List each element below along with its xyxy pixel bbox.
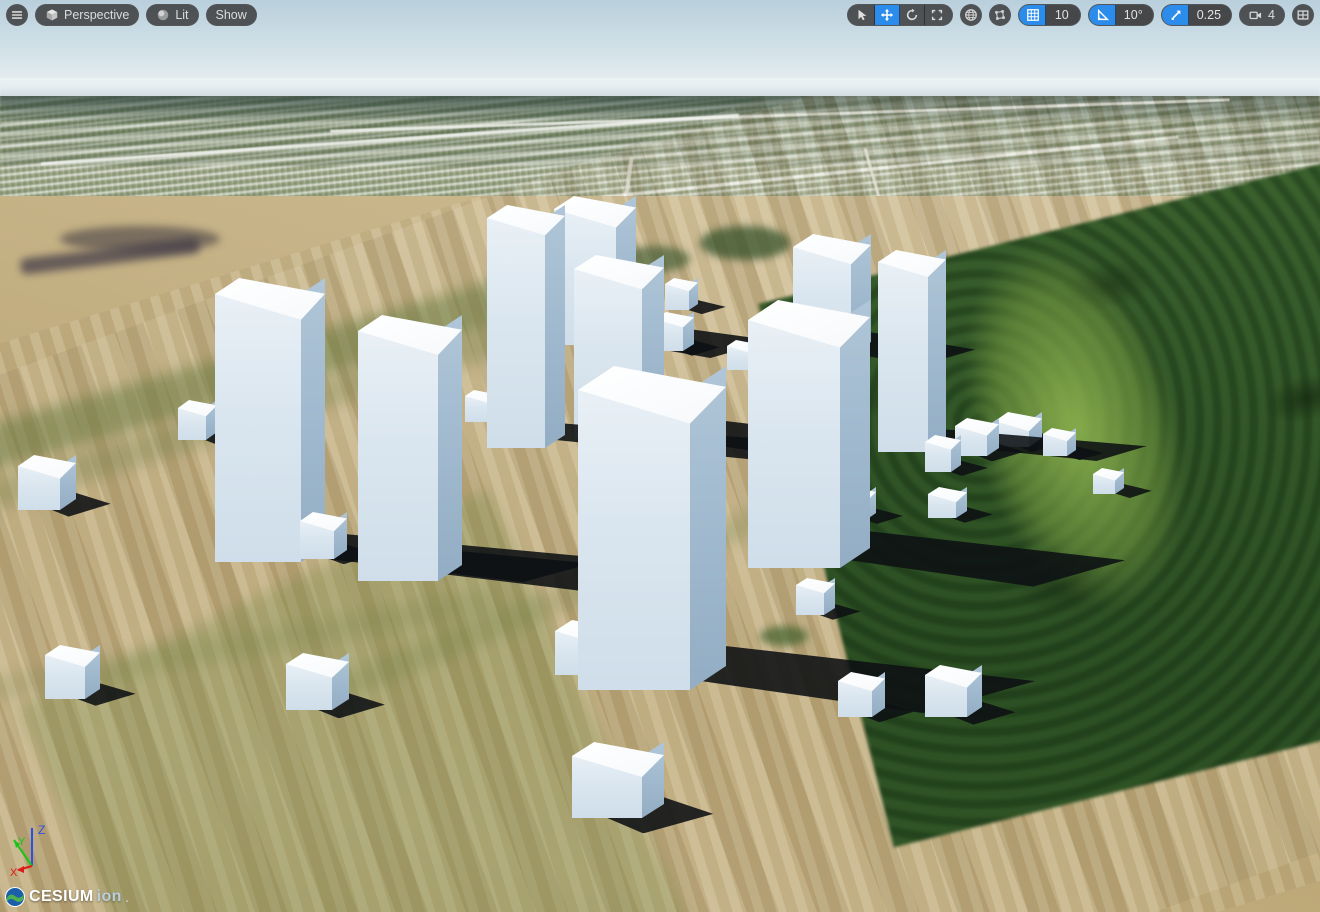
rotate-tool-button[interactable] [900,4,925,26]
watermark-product: ion [97,888,122,906]
angle-snap-group: 10° [1088,4,1154,26]
scale-snap-arrow-icon [1169,8,1183,22]
scale-arrows-icon [930,8,944,22]
move-arrows-icon [880,8,894,22]
building-box[interactable] [796,578,835,615]
building-tower[interactable] [748,300,870,568]
camera-speed-button[interactable]: 4 [1239,4,1285,26]
building-tower[interactable] [358,315,462,581]
watermark-brand: CESIUM [29,888,94,906]
building-box[interactable] [665,278,698,310]
view-mode-button[interactable]: Perspective [35,4,139,26]
scale-tool-button[interactable] [925,4,952,26]
cube-icon [45,8,59,22]
scale-snap-value[interactable]: 0.25 [1189,4,1231,26]
building-face-left [487,218,545,448]
globe-icon [964,8,978,22]
lighting-mode-button[interactable]: Lit [146,4,198,26]
grid-snap-value[interactable]: 10 [1046,4,1080,26]
cesium-ion-watermark: CESIUM ion . [4,886,129,908]
building-box[interactable] [928,487,967,518]
rotate-arrows-icon [905,8,919,22]
translate-tool-button[interactable] [875,4,900,26]
show-flags-label: Show [216,8,247,22]
building-tower[interactable] [487,205,565,448]
building-box[interactable] [925,665,982,717]
grid-icon [1026,8,1040,22]
coordinate-system-button[interactable] [960,4,982,26]
transform-tool-group [847,4,953,26]
building-face-left [358,331,438,581]
building-face-left [748,320,840,568]
camera-speed-value: 4 [1268,8,1275,22]
lighting-mode-label: Lit [175,8,188,22]
select-tool-button[interactable] [848,4,875,26]
building-box[interactable] [572,742,664,818]
building-box[interactable] [45,645,100,699]
building-box[interactable] [955,418,999,456]
viewport-layout-button[interactable] [1292,4,1314,26]
axis-gizmo: Z Y X [6,820,70,876]
angle-snap-value[interactable]: 10° [1116,4,1153,26]
building-box[interactable] [838,672,885,717]
cursor-arrow-icon [855,8,869,22]
view-mode-label: Perspective [64,8,129,22]
watermark-separator: . [125,889,129,906]
axis-label-x: X [10,867,18,876]
building-box[interactable] [178,400,217,440]
building-face-right [438,315,462,581]
cesium-logo-icon [4,886,26,908]
building-face-left [215,294,301,562]
building-box[interactable] [1043,428,1076,456]
angle-snap-toggle[interactable] [1089,4,1116,26]
surface-snap-icon [993,8,1007,22]
building-box[interactable] [1093,468,1124,494]
show-flags-button[interactable]: Show [206,4,257,26]
vegetation-patch [760,626,808,646]
building-face-right [928,250,946,452]
building-box[interactable] [286,653,349,710]
axis-label-z: Z [38,823,45,837]
scale-snap-toggle[interactable] [1162,4,1189,26]
angle-icon [1096,8,1110,22]
level-viewport[interactable]: Perspective Lit Show [0,0,1320,912]
building-tower[interactable] [878,250,946,452]
building-face-left [878,262,928,452]
vegetation-patch [700,226,790,260]
sphere-icon [156,8,170,22]
axis-label-y: Y [18,836,26,848]
building-box[interactable] [18,455,76,510]
surface-snap-button[interactable] [989,4,1011,26]
building-tower[interactable] [578,366,726,690]
hamburger-menu-button[interactable] [6,4,28,26]
scale-snap-group: 0.25 [1161,4,1232,26]
hamburger-menu-icon [10,8,24,22]
camera-icon [1249,8,1263,22]
viewport-layout-icon [1296,8,1310,22]
grid-snap-toggle[interactable] [1019,4,1046,26]
building-box[interactable] [925,435,961,472]
grid-snap-group: 10 [1018,4,1081,26]
building-face-left [578,390,690,690]
building-box[interactable] [300,512,347,559]
building-face-right [545,205,565,448]
